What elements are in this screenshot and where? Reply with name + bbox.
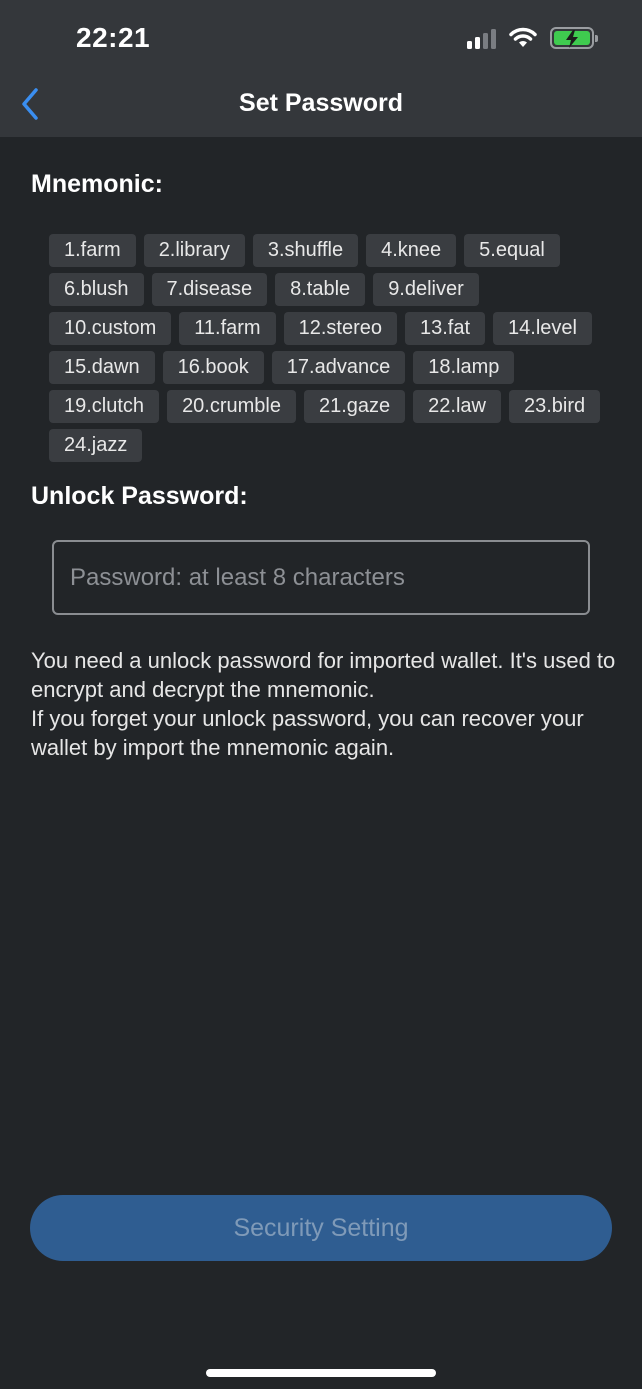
unlock-password-label: Unlock Password: bbox=[31, 482, 248, 510]
mnemonic-word-list: 1.farm 2.library 3.shuffle 4.knee 5.equa… bbox=[49, 234, 609, 462]
page-title: Set Password bbox=[239, 89, 403, 117]
mnemonic-word: 18.lamp bbox=[413, 351, 515, 384]
password-hint-text: You need a unlock password for imported … bbox=[31, 646, 621, 762]
wifi-icon bbox=[509, 27, 537, 47]
mnemonic-label: Mnemonic: bbox=[31, 170, 163, 198]
mnemonic-word: 15.dawn bbox=[49, 351, 155, 384]
mnemonic-word: 13.fat bbox=[404, 312, 486, 345]
hint-line-1: You need a unlock password for imported … bbox=[31, 648, 616, 702]
mnemonic-word: 1.farm bbox=[49, 234, 136, 267]
mnemonic-word: 7.disease bbox=[151, 273, 268, 306]
mnemonic-word: 20.crumble bbox=[167, 390, 296, 423]
mnemonic-word: 4.knee bbox=[366, 234, 457, 267]
mnemonic-word: 14.level bbox=[493, 312, 592, 345]
mnemonic-word: 19.clutch bbox=[49, 390, 160, 423]
mnemonic-word: 21.gaze bbox=[304, 390, 406, 423]
mnemonic-word: 2.library bbox=[143, 234, 245, 267]
battery-charging-icon bbox=[550, 27, 598, 49]
password-input[interactable] bbox=[52, 540, 590, 615]
mnemonic-word: 10.custom bbox=[49, 312, 172, 345]
mnemonic-word: 6.blush bbox=[49, 273, 144, 306]
mnemonic-word: 9.deliver bbox=[373, 273, 479, 306]
home-indicator bbox=[206, 1369, 436, 1377]
mnemonic-word: 16.book bbox=[162, 351, 264, 384]
mnemonic-word: 17.advance bbox=[271, 351, 406, 384]
security-setting-button[interactable]: Security Setting bbox=[30, 1195, 612, 1261]
mnemonic-word: 5.equal bbox=[464, 234, 560, 267]
mnemonic-word: 24.jazz bbox=[49, 429, 143, 462]
cellular-signal-icon bbox=[467, 27, 496, 49]
hint-line-2: If you forget your unlock password, you … bbox=[31, 706, 584, 760]
mnemonic-word: 12.stereo bbox=[283, 312, 397, 345]
status-icons bbox=[467, 24, 598, 52]
header-bar: 22:21 Set Password bbox=[0, 0, 642, 137]
mnemonic-word: 3.shuffle bbox=[252, 234, 359, 267]
mnemonic-word: 8.table bbox=[275, 273, 366, 306]
mnemonic-word: 11.farm bbox=[179, 312, 276, 345]
status-time: 22:21 bbox=[76, 22, 151, 53]
mnemonic-word: 23.bird bbox=[508, 390, 601, 423]
mnemonic-word: 22.law bbox=[413, 390, 501, 423]
